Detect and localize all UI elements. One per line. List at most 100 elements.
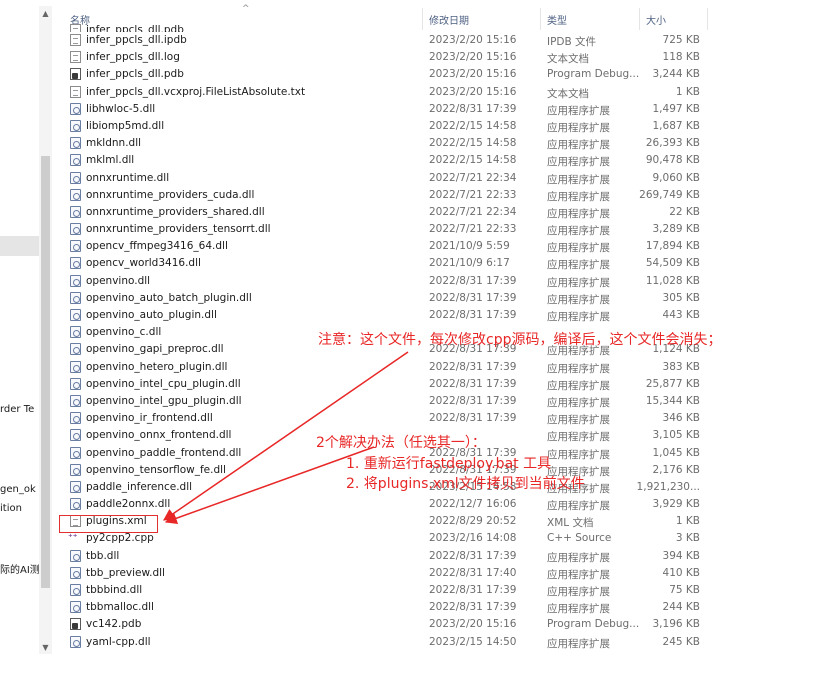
file-row[interactable]: opencv_world3416.dll 2021/10/9 6:17 应用程序扩展… (64, 255, 819, 272)
file-row[interactable]: tbbmalloc.dll 2022/8/31 17:39 应用程序扩展 244 KB (64, 599, 819, 616)
file-row[interactable]: infer_ppcls_dll.ipdb 2023/2/20 15:16 IPDB … (64, 32, 819, 49)
file-size: 410 KB (662, 566, 700, 579)
file-name: mkldnn.dll (86, 137, 142, 150)
dll-file-icon (70, 360, 81, 373)
file-name: openvino_ir_frontend.dll (86, 412, 213, 425)
annotation-solutions-title: 2个解决办法（任选其一）： (316, 435, 486, 451)
file-row[interactable]: openvino_auto_plugin.dll 2022/8/31 17:39 应… (64, 307, 819, 324)
file-row[interactable]: libiomp5md.dll 2022/2/15 14:58 应用程序扩展 1,687… (64, 118, 819, 135)
file-row[interactable]: openvino_intel_cpu_plugin.dll 2022/8/31 1… (64, 376, 819, 393)
file-name: onnxruntime.dll (86, 171, 170, 184)
file-row[interactable]: openvino_intel_gpu_plugin.dll 2022/8/31 1… (64, 393, 819, 410)
dll-file-icon (70, 154, 81, 167)
file-row[interactable]: infer_ppcls_dll.log 2023/2/20 15:16 文本文档 11… (64, 49, 819, 66)
file-row[interactable]: libhwloc-5.dll 2022/8/31 17:39 应用程序扩展 1,497… (64, 101, 819, 118)
file-type: 应用程序扩展 (547, 225, 610, 238)
nav-item[interactable]: rder Te (0, 404, 34, 415)
file-row[interactable]: ⁺⁺ py2cpp2.cpp 2023/2/16 14:08 C++ Source 3 … (64, 530, 819, 547)
file-row[interactable]: plugins.xml 2022/8/29 20:52 XML 文档 1 KB (64, 513, 819, 530)
file-date: 2022/8/31 17:39 (429, 549, 517, 562)
file-size: 1 KB (675, 515, 700, 528)
file-size: 244 KB (662, 601, 700, 614)
dll-file-icon (70, 463, 81, 476)
nav-item[interactable]: ition (0, 503, 22, 514)
file-row[interactable]: openvino_auto_batch_plugin.dll 2022/8/31 … (64, 290, 819, 307)
file-row[interactable]: infer_ppcls_dll.pdb 2023/2/20 15:16 Progra… (64, 66, 819, 83)
dll-file-icon (70, 274, 81, 287)
file-size: 3 KB (675, 532, 700, 545)
dll-file-icon (70, 205, 81, 218)
file-row[interactable]: onnxruntime_providers_shared.dll 2022/7/2… (64, 204, 819, 221)
file-type: 应用程序扩展 (547, 586, 610, 598)
file-row[interactable]: yaml-cpp.dll 2023/2/15 14:50 应用程序扩展 245 KB (64, 634, 819, 651)
sort-ascending-icon: ^ (242, 4, 250, 14)
dll-file-icon (70, 102, 81, 115)
file-type: 文本文档 (547, 87, 589, 100)
dll-file-icon (70, 584, 81, 596)
file-size: 3,105 KB (652, 429, 701, 442)
file-size: 118 KB (662, 51, 700, 64)
file-date: 2022/2/15 14:58 (429, 119, 517, 132)
file-name: openvino_auto_batch_plugin.dll (86, 291, 252, 304)
dll-file-icon (70, 343, 81, 356)
scrollbar-thumb[interactable] (41, 156, 50, 588)
file-row[interactable]: openvino_ir_frontend.dll 2022/8/31 17:39 应… (64, 410, 819, 427)
dll-file-icon (70, 498, 81, 511)
file-name: onnxruntime_providers_shared.dll (86, 205, 265, 218)
file-row[interactable]: mklml.dll 2022/2/15 14:58 应用程序扩展 90,478 KB (64, 152, 819, 169)
file-type: 应用程序扩展 (547, 551, 610, 564)
nav-selected-item[interactable] (0, 236, 40, 256)
file-row[interactable]: tbb_preview.dll 2022/8/31 17:40 应用程序扩展 410 … (64, 565, 819, 582)
file-row[interactable]: openvino.dll 2022/8/31 17:39 应用程序扩展 11,028 … (64, 273, 819, 290)
file-type: 应用程序扩展 (547, 379, 610, 392)
file-date: 2022/8/31 17:39 (429, 291, 517, 304)
file-row[interactable]: tbbbind.dll 2022/8/31 17:39 应用程序扩展 75 KB (64, 582, 819, 599)
file-size: 15,344 KB (645, 394, 700, 407)
file-date: 2022/8/31 17:39 (429, 412, 517, 425)
file-size: 443 KB (662, 309, 700, 321)
file-row[interactable]: tbb.dll 2022/8/31 17:39 应用程序扩展 394 KB (64, 548, 819, 565)
file-size: 75 KB (669, 584, 700, 596)
file-row[interactable]: onnxruntime_providers_tensorrt.dll 2022/7… (64, 221, 819, 238)
file-size: 1,921,230... (636, 480, 700, 493)
file-type: 应用程序扩展 (547, 448, 610, 461)
file-date: 2023/2/15 14:50 (429, 635, 517, 648)
file-type: IPDB 文件 (547, 36, 597, 48)
file-row[interactable]: opencv_ffmpeg3416_64.dll 2021/10/9 5:59 应用… (64, 238, 819, 255)
file-name: openvino_c.dll (86, 326, 162, 339)
file-name: opencv_world3416.dll (86, 257, 201, 270)
file-row[interactable]: vc142.pdb 2023/2/20 15:16 Program Debug...… (64, 616, 819, 633)
file-date: 2022/8/31 17:39 (429, 309, 517, 321)
file-type: 应用程序扩展 (547, 396, 610, 409)
file-name: paddle_inference.dll (86, 480, 193, 493)
scroll-down-icon[interactable]: ▼ (39, 642, 52, 654)
file-row[interactable]: onnxruntime.dll 2022/7/21 22:34 应用程序扩展 9,06… (64, 170, 819, 187)
file-type: 应用程序扩展 (547, 311, 610, 323)
file-type: 应用程序扩展 (547, 156, 610, 169)
nav-item[interactable]: gen_ok (0, 484, 36, 495)
file-date: 2023/2/20 15:16 (429, 68, 517, 81)
file-name: tbbbind.dll (86, 584, 143, 596)
file-name: libhwloc-5.dll (86, 102, 156, 115)
file-row[interactable]: openvino_hetero_plugin.dll 2022/8/31 17:3… (64, 359, 819, 376)
file-date: 2022/8/31 17:39 (429, 394, 517, 407)
nav-item[interactable]: 际的AI测 (0, 561, 40, 576)
file-row[interactable]: onnxruntime_providers_cuda.dll 2022/7/21 … (64, 187, 819, 204)
file-row[interactable]: infer_ppcls_dll.pdb (64, 22, 819, 32)
file-name: opencv_ffmpeg3416_64.dll (86, 240, 228, 253)
file-date: 2022/8/29 20:52 (429, 515, 517, 528)
dll-file-icon (70, 635, 81, 648)
text-file-icon (70, 51, 81, 64)
file-type: 应用程序扩展 (547, 173, 610, 186)
file-size: 22 KB (669, 205, 700, 218)
scroll-up-icon[interactable]: ▲ (39, 8, 52, 20)
cpp-file-icon: ⁺⁺ (68, 533, 78, 544)
file-date: 2023/2/20 15:16 (429, 34, 517, 46)
file-row[interactable]: infer_ppcls_dll.vcxproj.FileListAbsolute… (64, 84, 819, 101)
file-row[interactable]: paddle2onnx.dll 2022/12/7 16:06 应用程序扩展 3,92… (64, 496, 819, 513)
file-name: onnxruntime_providers_tensorrt.dll (86, 223, 271, 236)
vertical-scrollbar[interactable]: ▲ ▼ (39, 6, 52, 654)
file-row[interactable]: mkldnn.dll 2022/2/15 14:58 应用程序扩展 26,393 KB (64, 135, 819, 152)
file-date: 2023/2/16 14:08 (429, 532, 517, 545)
dll-file-icon (70, 171, 81, 184)
